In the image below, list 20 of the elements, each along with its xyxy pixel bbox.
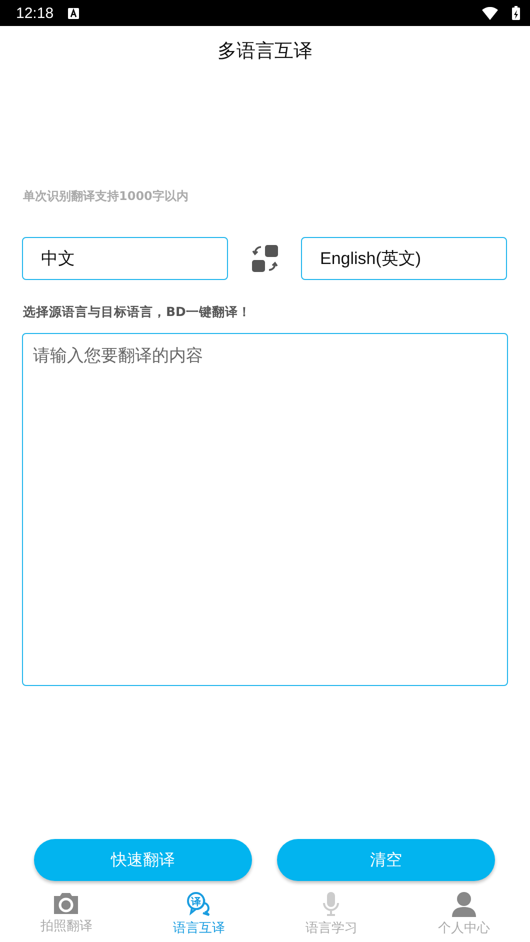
nav-tab[interactable]: 拍照翻译	[0, 891, 132, 937]
status-time: 12:18	[16, 4, 54, 22]
hint-text: 单次识别翻译支持1000字以内	[23, 188, 190, 205]
wifi-icon	[482, 6, 498, 20]
page-title: 多语言互译	[216, 39, 314, 64]
notification-icon	[68, 8, 79, 18]
battery-icon	[512, 6, 520, 20]
target-language-selector[interactable]: English(英文)	[301, 237, 507, 280]
nav-tab[interactable]: 语言学习	[265, 891, 398, 937]
camera-icon	[52, 891, 80, 915]
person-icon	[450, 891, 478, 917]
instruction-text: 选择源语言与目标语言，BD一键翻译！	[23, 304, 252, 321]
nav-tab[interactable]: 译 语言互译	[132, 891, 265, 937]
text-input-field[interactable]: 请输入您要翻译的内容	[22, 333, 508, 686]
translate-button[interactable]: 快速翻译	[34, 839, 252, 881]
microphone-icon	[321, 891, 342, 917]
swap-icon[interactable]	[250, 244, 278, 273]
clear-button[interactable]: 清空	[277, 839, 495, 881]
source-language-selector[interactable]: 中文	[22, 237, 228, 280]
nav-tab[interactable]: 个人中心	[398, 891, 530, 937]
